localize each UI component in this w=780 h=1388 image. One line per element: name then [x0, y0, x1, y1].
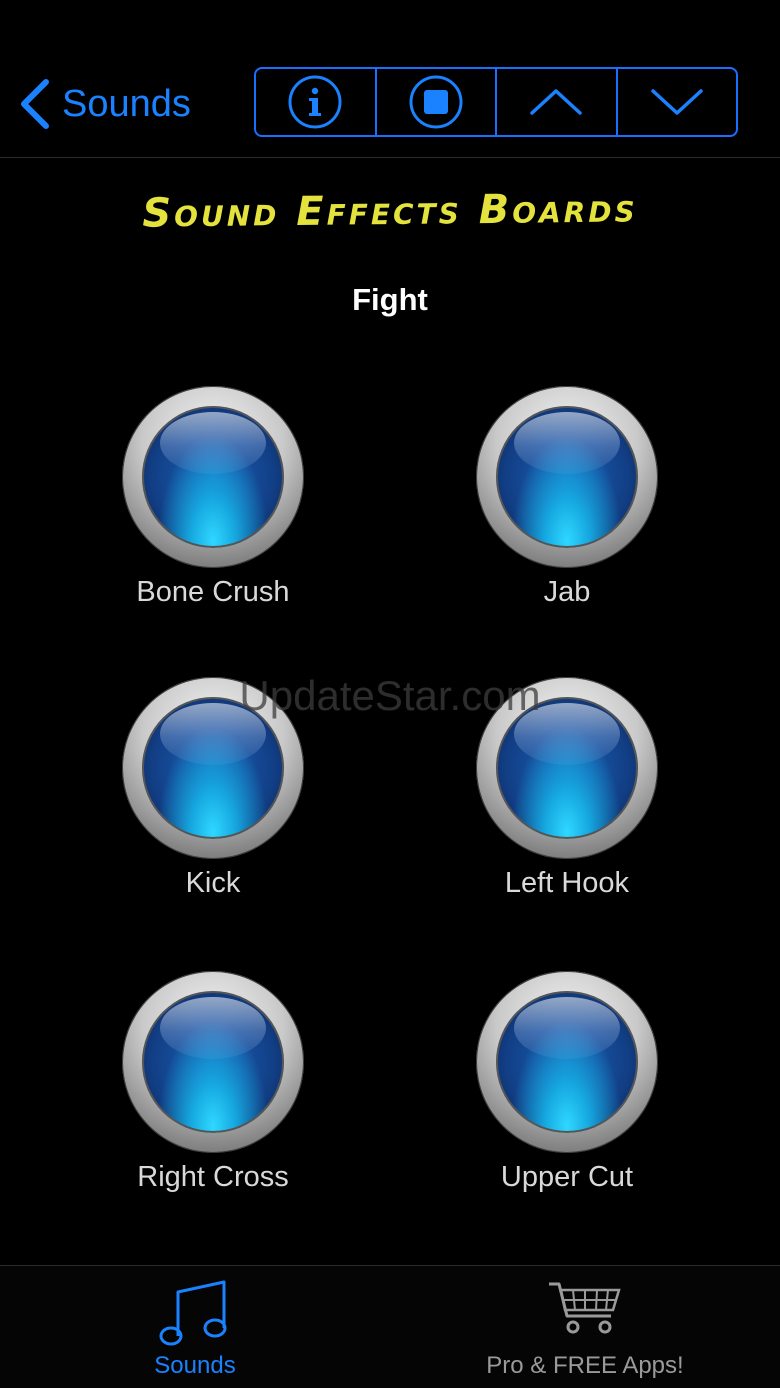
sound-button-bone-crush[interactable]: Bone Crush [83, 386, 343, 609]
sound-button-kick[interactable]: Kick [83, 677, 343, 900]
previous-button[interactable] [495, 69, 616, 135]
sound-orb [476, 386, 658, 568]
info-button[interactable] [256, 69, 375, 135]
sound-button-right-cross[interactable]: Right Cross [83, 971, 343, 1194]
tab-label: Pro & FREE Apps! [486, 1352, 684, 1379]
info-icon [287, 74, 343, 130]
sound-label: Jab [543, 576, 591, 608]
sound-orb [122, 386, 304, 568]
sound-label: Left Hook [504, 867, 630, 899]
tab-pro-free-apps[interactable]: Pro & FREE Apps! [390, 1266, 780, 1388]
board-title: Fight [352, 282, 428, 317]
sound-button-upper-cut[interactable]: Upper Cut [437, 971, 697, 1194]
sound-label: Right Cross [137, 1161, 289, 1193]
sound-orb [476, 677, 658, 859]
tab-bar: Sounds Pro & FREE Apps! [0, 1265, 780, 1388]
sound-label: Bone Crush [136, 576, 290, 608]
back-label: Sounds [62, 83, 191, 125]
back-button[interactable]: Sounds [18, 76, 191, 132]
sound-button-jab[interactable]: Jab [437, 386, 697, 609]
sound-orb [476, 971, 658, 1153]
shopping-cart-icon [390, 1278, 780, 1338]
next-button[interactable] [615, 69, 737, 135]
tab-label: Sounds [154, 1352, 236, 1379]
navigation-bar: Sounds [0, 0, 780, 158]
chevron-down-icon [650, 87, 704, 117]
chevron-left-icon [18, 78, 52, 130]
sound-label: Kick [185, 867, 241, 899]
app-title-logo: Sound Effects Boards [142, 185, 638, 237]
sound-orb [122, 971, 304, 1153]
sound-orb [122, 677, 304, 859]
chevron-up-icon [529, 87, 583, 117]
sound-label: Upper Cut [500, 1161, 634, 1193]
music-note-icon [0, 1278, 390, 1348]
sound-button-left-hook[interactable]: Left Hook [437, 677, 697, 900]
stop-button[interactable] [374, 69, 496, 135]
stop-icon [408, 74, 464, 130]
toolbar-segmented-control [254, 67, 738, 137]
tab-sounds[interactable]: Sounds [0, 1266, 390, 1388]
